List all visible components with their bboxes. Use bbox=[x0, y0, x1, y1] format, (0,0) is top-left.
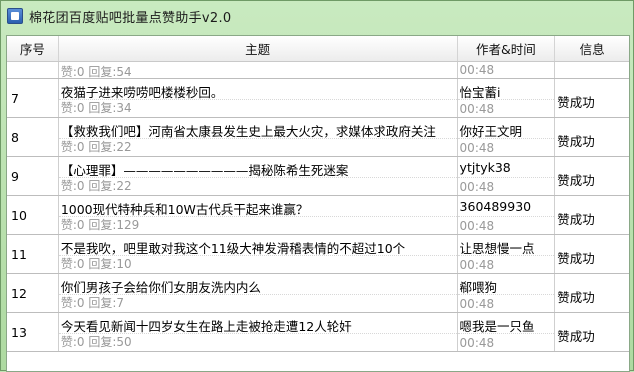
list-header: 序号 主题 作者&时间 信息 bbox=[7, 36, 629, 62]
column-header-num[interactable]: 序号 bbox=[7, 36, 59, 61]
title-bar[interactable]: 棉花团百度贴吧批量点赞助手v2.0 bbox=[1, 1, 633, 31]
post-time: 00:48 bbox=[459, 180, 495, 194]
row-number: 9 bbox=[11, 169, 19, 184]
status-text: 赞成功 bbox=[557, 173, 595, 188]
status-text: 赞成功 bbox=[557, 329, 595, 344]
column-header-author-time[interactable]: 作者&时间 bbox=[458, 36, 556, 61]
table-row[interactable]: 11 不是我吹，吧里敢对我这个11级大神发滑稽表情的不超过10个 赞:0 回复:… bbox=[7, 235, 629, 274]
row-number: 8 bbox=[11, 130, 19, 145]
topic-stats: 赞:0 回复:22 bbox=[60, 179, 132, 193]
post-time: 00:48 bbox=[459, 297, 495, 311]
cell-divider bbox=[457, 99, 555, 100]
post-time: 00:48 bbox=[459, 102, 495, 116]
column-header-info[interactable]: 信息 bbox=[555, 36, 629, 61]
post-time: 00:48 bbox=[459, 258, 495, 272]
topic-stats: 赞:0 回复:22 bbox=[60, 140, 132, 154]
topic-stats: 赞:0 回复:50 bbox=[60, 335, 132, 349]
table-row[interactable]: 赞:0 回复:54 00:48 bbox=[7, 62, 629, 79]
table-row[interactable]: 9 【心理罪】——————————揭秘陈希生死迷案 赞:0 回复:22 ytjt… bbox=[7, 157, 629, 196]
cell-divider bbox=[457, 138, 555, 139]
post-time: 00:48 bbox=[459, 63, 495, 77]
cell-divider bbox=[457, 255, 555, 256]
post-time: 00:48 bbox=[459, 141, 495, 155]
row-number: 13 bbox=[11, 325, 27, 340]
row-number: 12 bbox=[11, 286, 27, 301]
post-time: 00:48 bbox=[459, 336, 495, 350]
app-window: 棉花团百度贴吧批量点赞助手v2.0 序号 主题 作者&时间 信息 赞:0 回复:… bbox=[0, 0, 634, 372]
table-row[interactable]: 8 【救救我们吧】河南省太康县发生史上最大火灾，求媒体求政府关注 赞:0 回复:… bbox=[7, 118, 629, 157]
topic-stats: 赞:0 回复:34 bbox=[60, 101, 132, 115]
list-rows: 赞:0 回复:54 00:48 7 夜猫子进来唠唠吧楼楼秒回。 赞:0 回复:3… bbox=[7, 62, 629, 352]
cell-divider bbox=[457, 177, 555, 178]
column-header-topic[interactable]: 主题 bbox=[59, 36, 458, 61]
table-row[interactable]: 7 夜猫子进来唠唠吧楼楼秒回。 赞:0 回复:34 怡宝蓄i 00:48 赞成功 bbox=[7, 79, 629, 118]
row-number: 11 bbox=[11, 247, 27, 262]
cell-divider bbox=[457, 333, 555, 334]
topic-stats: 赞:0 回复:10 bbox=[60, 257, 132, 271]
topic-stats: 赞:0 回复:54 bbox=[60, 65, 132, 79]
topic-stats: 赞:0 回复:129 bbox=[60, 218, 140, 232]
thread-list[interactable]: 序号 主题 作者&时间 信息 赞:0 回复:54 00:48 7 夜猫子进来唠唠… bbox=[6, 35, 630, 372]
app-icon bbox=[7, 8, 23, 24]
status-text: 赞成功 bbox=[557, 95, 595, 110]
window-title: 棉花团百度贴吧批量点赞助手v2.0 bbox=[29, 10, 232, 26]
status-text: 赞成功 bbox=[557, 134, 595, 149]
status-text: 赞成功 bbox=[557, 251, 595, 266]
table-row[interactable]: 13 今天看见新闻十四岁女生在路上走被抢走遭12人轮奸 赞:0 回复:50 嗯我… bbox=[7, 313, 629, 352]
table-row[interactable]: 10 1000现代特种兵和10W古代兵干起来谁赢？ 赞:0 回复:129 360… bbox=[7, 196, 629, 235]
table-row[interactable]: 12 你们男孩子会给你们女朋友洗内内么 赞:0 回复:7 郗喂狗 00:48 赞… bbox=[7, 274, 629, 313]
row-number: 7 bbox=[11, 91, 19, 106]
row-number: 10 bbox=[11, 208, 27, 223]
cell-divider bbox=[457, 294, 555, 295]
author-name: 360489930 bbox=[459, 199, 532, 214]
author-name: ytjtyk38 bbox=[459, 160, 511, 175]
cell-divider bbox=[457, 216, 555, 217]
status-text: 赞成功 bbox=[557, 290, 595, 305]
post-time: 00:48 bbox=[459, 219, 495, 233]
topic-stats: 赞:0 回复:7 bbox=[60, 296, 124, 310]
status-text: 赞成功 bbox=[557, 212, 595, 227]
